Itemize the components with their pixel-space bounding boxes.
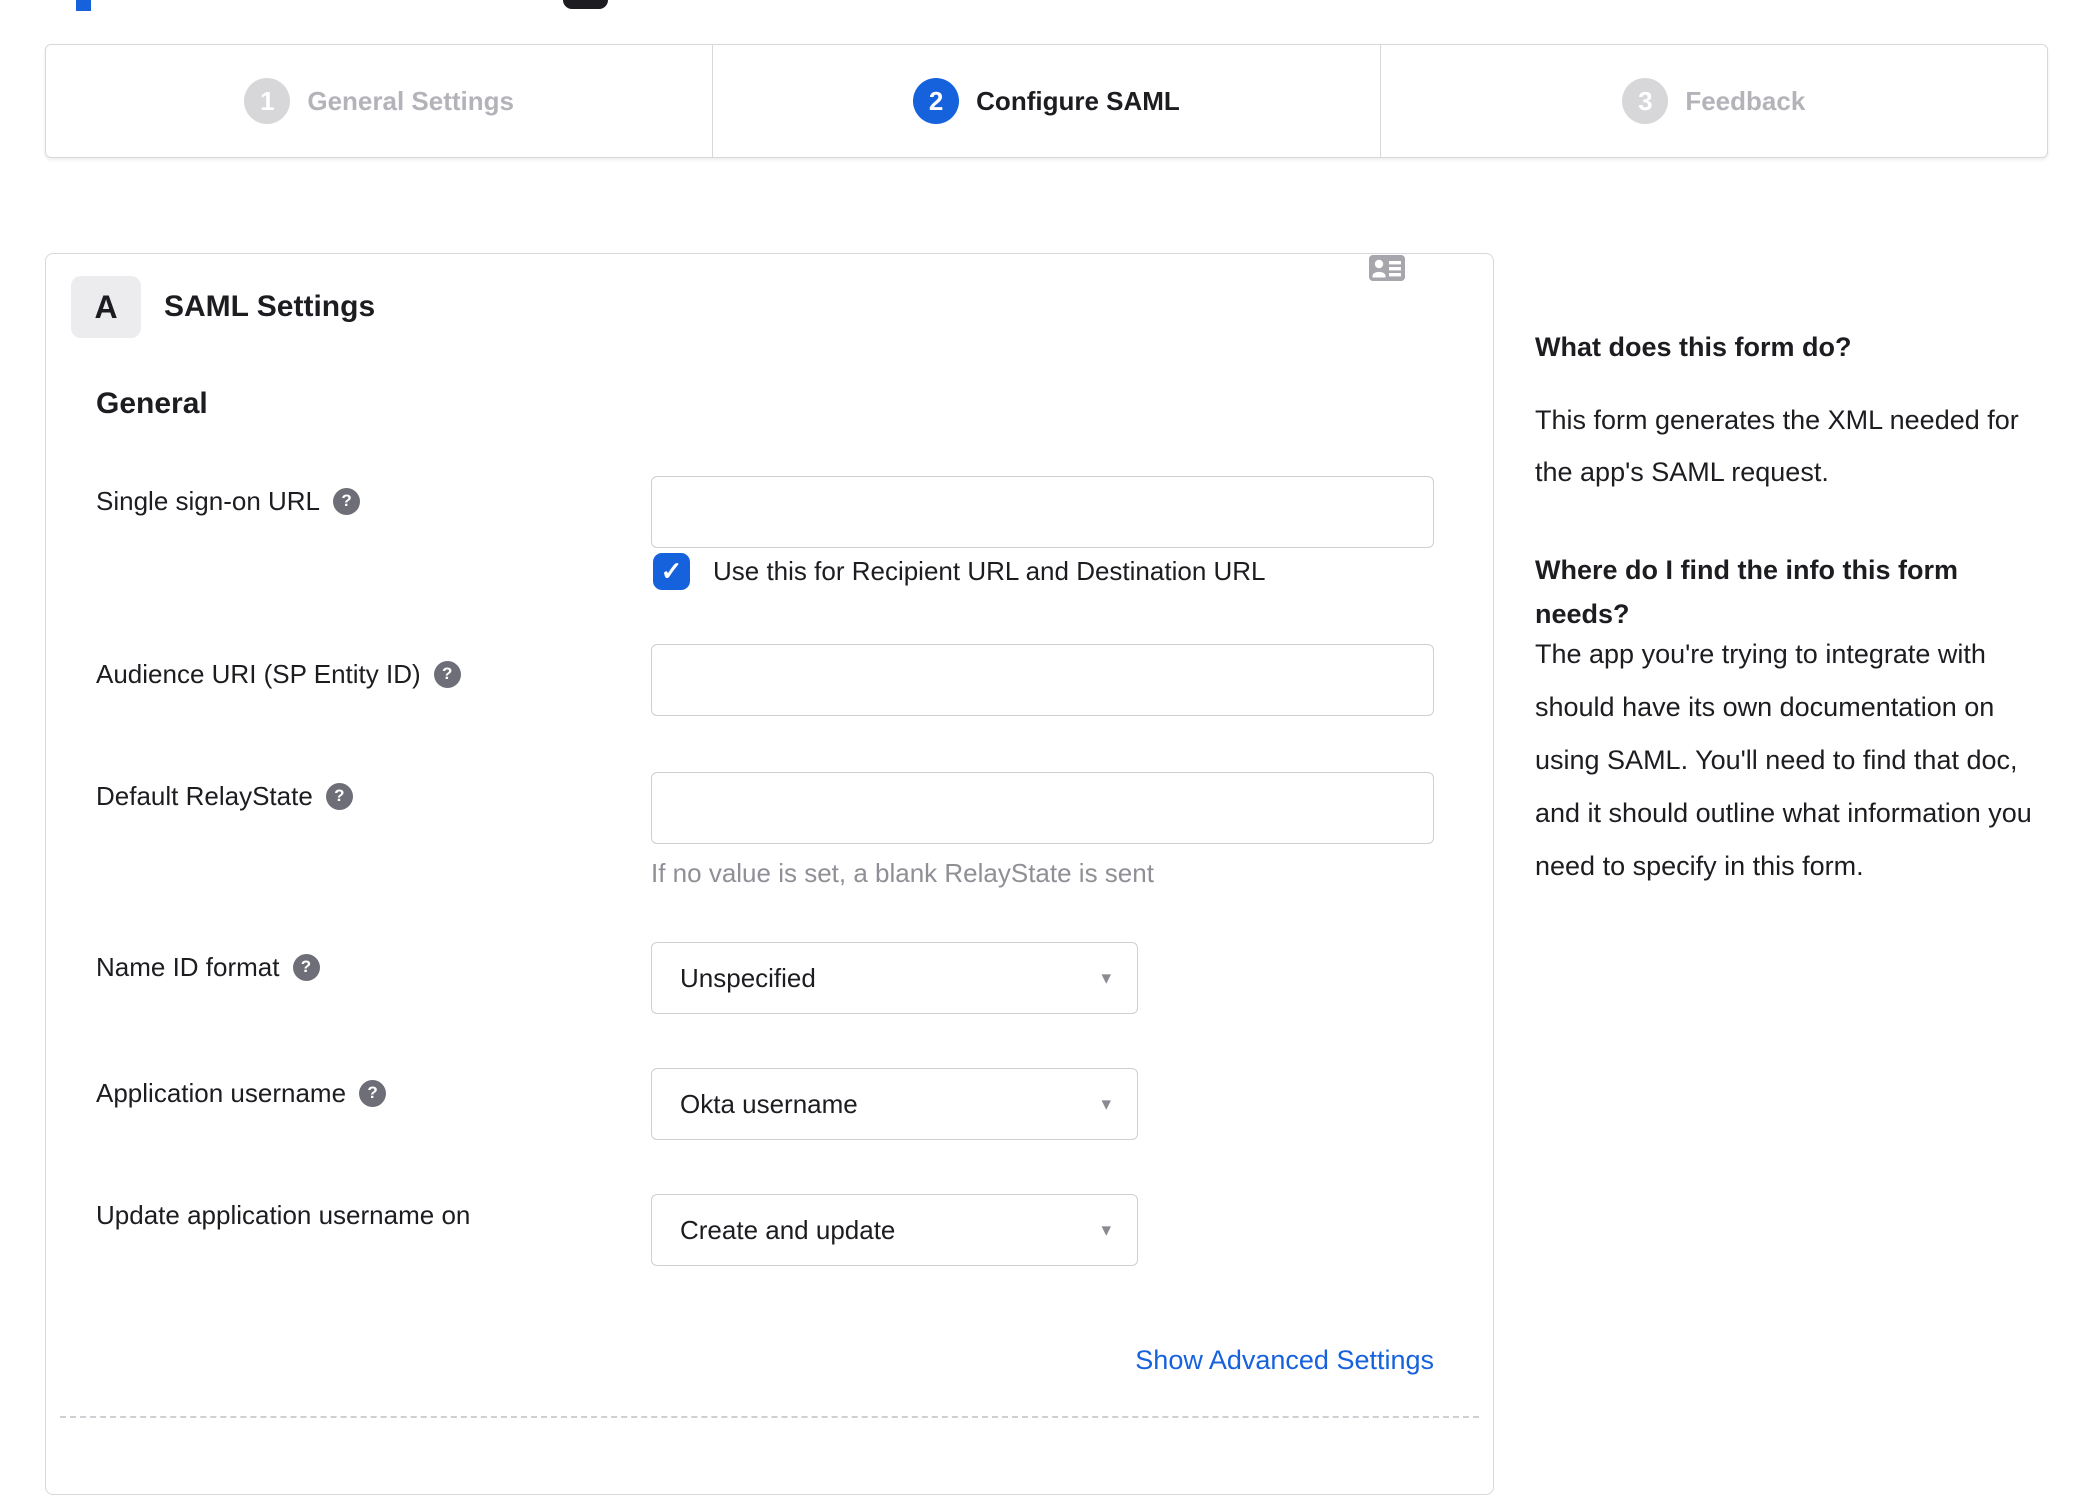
relay-state-label-text: Default RelayState [96,781,313,811]
page-title-fragment-blue [76,0,91,11]
sso-url-input[interactable] [651,476,1434,548]
show-advanced-settings-link[interactable]: Show Advanced Settings [1135,1342,1434,1378]
audience-uri-label-text: Audience URI (SP Entity ID) [96,659,421,689]
check-icon: ✓ [660,556,683,586]
relay-state-input[interactable] [651,772,1434,844]
update-username-select[interactable]: Create and update ▾ [651,1194,1138,1266]
help-icon[interactable]: ? [325,782,353,810]
panel-title: SAML Settings [164,290,376,323]
general-section-title: General [96,387,208,420]
help-icon[interactable]: ? [333,487,361,515]
update-username-label: Update application username on [96,1198,470,1232]
sidebar-answer-2: The app you're trying to integrate with … [1535,639,2032,881]
name-id-format-select[interactable]: Unspecified ▾ [651,942,1138,1014]
relay-state-label: Default RelayState ? [96,779,353,813]
audience-uri-label: Audience URI (SP Entity ID) ? [96,657,461,691]
name-id-format-label-text: Name ID format [96,952,280,982]
sidebar-question-2: Where do I find the info this form needs… [1535,555,1958,629]
step-1-label: General Settings [307,85,514,116]
sso-url-label: Single sign-on URL ? [96,484,361,518]
chevron-down-icon: ▾ [1101,1219,1111,1241]
dashed-divider [60,1416,1479,1418]
section-badge: A [71,276,141,338]
app-username-select[interactable]: Okta username ▾ [651,1068,1138,1140]
step-2-label: Configure SAML [976,85,1180,116]
step-1-number: 1 [244,78,291,124]
recipient-url-checkbox-label: Use this for Recipient URL and Destinati… [713,556,1266,586]
name-id-format-value: Unspecified [680,962,816,993]
help-sidebar: What does this form do? This form genera… [1535,0,2035,1426]
step-2-number: 2 [913,78,960,124]
recipient-url-checkbox[interactable]: ✓ [653,553,690,590]
chevron-down-icon: ▾ [1101,1093,1111,1115]
help-icon[interactable]: ? [433,660,461,688]
relay-state-hint: If no value is set, a blank RelayState i… [651,858,1154,888]
contact-card-icon [1368,254,1406,282]
step-general-settings: 1 General Settings [46,45,714,157]
step-configure-saml: 2 Configure SAML [713,45,1381,157]
update-username-label-text: Update application username on [96,1200,471,1230]
help-icon[interactable]: ? [359,1079,387,1107]
app-username-value: Okta username [680,1088,858,1119]
page-title-fragment-dark [563,0,608,9]
saml-settings-panel: A SAML Settings General Single sign-on U… [45,253,1494,1495]
name-id-format-label: Name ID format ? [96,950,320,984]
help-icon[interactable]: ? [292,953,320,981]
audience-uri-input[interactable] [651,644,1434,716]
app-username-label-text: Application username [96,1078,347,1108]
app-username-label: Application username ? [96,1076,387,1110]
sidebar-question-1: What does this form do? [1535,332,1852,362]
update-username-value: Create and update [680,1214,896,1245]
sso-url-label-text: Single sign-on URL [96,486,321,516]
sidebar-answer-1: This form generates the XML needed for t… [1535,405,2019,487]
chevron-down-icon: ▾ [1101,967,1111,989]
